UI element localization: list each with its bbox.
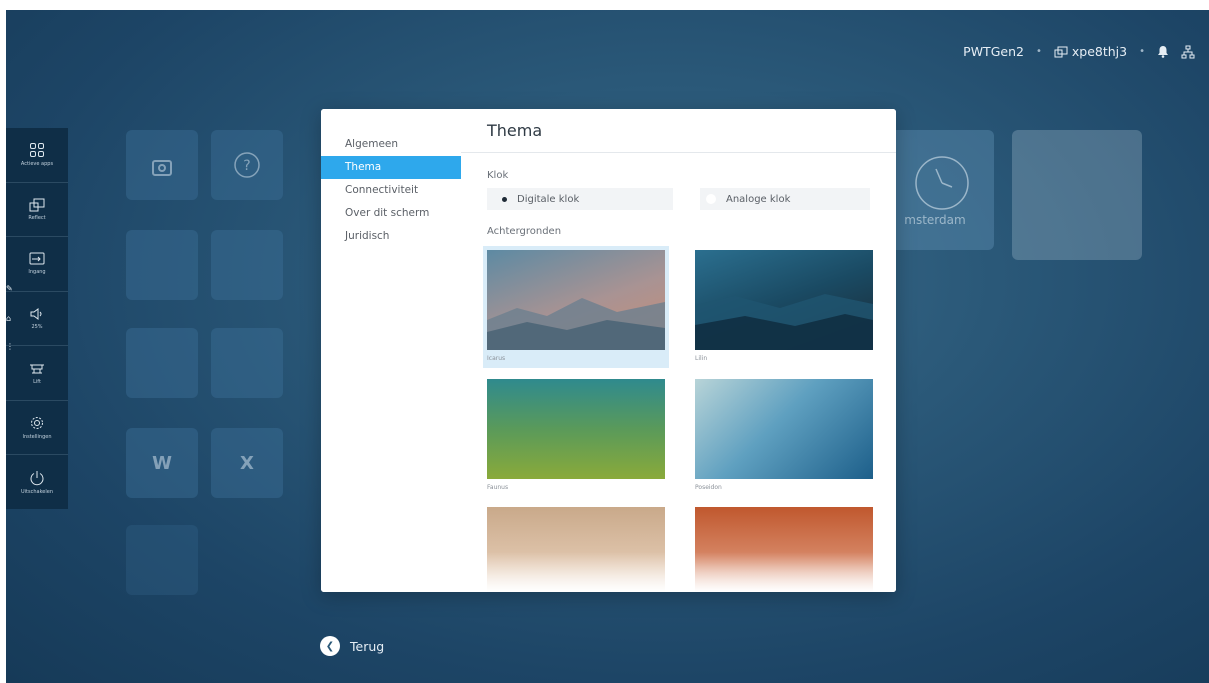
separator-dot: • <box>1035 46 1042 57</box>
background-thumb-poseidon[interactable]: Poseidon <box>695 379 873 491</box>
network-icon[interactable] <box>1181 45 1195 59</box>
background-image <box>487 250 665 350</box>
analog-clock-option[interactable]: Analoge klok <box>700 188 870 210</box>
app-tile-zoom <box>126 525 198 595</box>
volume-icon <box>30 308 42 321</box>
share-code: xpe8thj3 <box>1071 44 1128 59</box>
thumb-caption: Icarus <box>487 355 506 362</box>
dock-label: Uitschakelen <box>20 488 54 495</box>
dock-active-apps[interactable]: Actieve apps <box>6 128 68 183</box>
screen: PWTGen2 • xpe8thj3 • ? W X msterdam Acti… <box>6 10 1209 683</box>
dock-reflect[interactable]: Reflect <box>6 183 68 238</box>
app-tile-reflect <box>211 230 283 300</box>
background-image <box>487 379 665 479</box>
bell-icon[interactable] <box>1157 45 1169 58</box>
back-button[interactable]: ❮ Terug <box>320 636 384 656</box>
chevron-left-icon: ❮ <box>320 636 340 656</box>
clock-city: msterdam <box>904 213 966 227</box>
background-thumb-lilin[interactable]: Lilin <box>695 250 873 362</box>
app-tile-grid <box>126 230 198 300</box>
radio-selected-icon <box>502 196 507 202</box>
dock-settings[interactable]: Instellingen <box>6 401 68 456</box>
radio-unselected-icon <box>706 194 716 204</box>
annotation-icon[interactable]: ✎ <box>6 284 14 294</box>
app-tile-skype <box>211 328 283 398</box>
app-tile-word: W <box>126 428 198 498</box>
app-tile-store <box>126 130 198 200</box>
background-thumb-icarus[interactable]: Icarus <box>483 246 669 368</box>
backgrounds-section-label: Achtergronden <box>487 226 562 237</box>
dock-label: Lift <box>33 378 41 385</box>
menu-item-over-dit-scherm[interactable]: Over dit scherm <box>321 202 461 225</box>
option-label: Analoge klok <box>726 193 791 205</box>
dock-input[interactable]: Ingang <box>6 237 68 292</box>
clock-tile: msterdam <box>890 130 994 250</box>
home-icon[interactable]: ⌂ <box>6 314 14 324</box>
app-tile-excel: X <box>211 428 283 498</box>
dock-label: Instellingen <box>22 434 52 441</box>
thumb-caption: Lilin <box>695 355 708 362</box>
app-tile-help: ? <box>211 130 283 200</box>
input-icon <box>29 252 45 265</box>
gear-icon <box>31 417 43 430</box>
clock-section-label: Klok <box>487 170 509 181</box>
apps-grid-icon <box>30 143 44 158</box>
device-name: PWTGen2 <box>963 44 1024 59</box>
dock-label: 25% <box>31 324 43 331</box>
side-dock: Actieve apps Reflect Ingang 25% Lift Ins… <box>6 128 68 509</box>
separator-dot: • <box>1139 46 1145 57</box>
back-label: Terug <box>350 638 385 654</box>
thumb-caption: Faunus <box>487 484 509 491</box>
status-bar: PWTGen2 • xpe8thj3 • <box>963 44 1195 59</box>
digital-clock-option[interactable]: Digitale klok <box>487 188 673 210</box>
settings-content: Thema Klok Digitale klok Analoge klok Ac… <box>461 109 896 592</box>
menu-item-connectiviteit[interactable]: Connectiviteit <box>321 179 461 202</box>
menu-item-thema[interactable]: Thema <box>321 156 461 179</box>
lift-icon <box>30 364 44 374</box>
thumb-caption: Poseidon <box>695 484 722 491</box>
dock-label: Reflect <box>28 214 46 221</box>
background-thumb-faunus[interactable]: Faunus <box>487 379 665 491</box>
dock-lift[interactable]: Lift <box>6 346 68 401</box>
background-image <box>695 379 873 479</box>
cast-icon <box>1054 46 1068 58</box>
settings-dialog: Algemeen Thema Connectiviteit Over dit s… <box>321 109 896 592</box>
power-icon <box>30 470 44 485</box>
dock-volume[interactable]: 25% <box>6 292 68 347</box>
svg-text:?: ? <box>243 158 250 174</box>
dock-label: Actieve apps <box>20 161 54 168</box>
option-label: Digitale klok <box>517 193 580 205</box>
scroll-fade <box>461 552 896 592</box>
dock-power[interactable]: Uitschakelen <box>6 455 68 509</box>
menu-icon[interactable]: ⋮ <box>6 342 14 352</box>
dock-label: Ingang <box>28 269 46 276</box>
menu-item-algemeen[interactable]: Algemeen <box>321 133 461 156</box>
menu-item-juridisch[interactable]: Juridisch <box>321 225 461 248</box>
background-image <box>695 250 873 350</box>
page-title: Thema <box>461 109 896 153</box>
app-tile-acrobat <box>126 328 198 398</box>
reflect-icon <box>29 198 45 212</box>
settings-menu: Algemeen Thema Connectiviteit Over dit s… <box>321 109 461 592</box>
widget-tile <box>1012 130 1142 260</box>
